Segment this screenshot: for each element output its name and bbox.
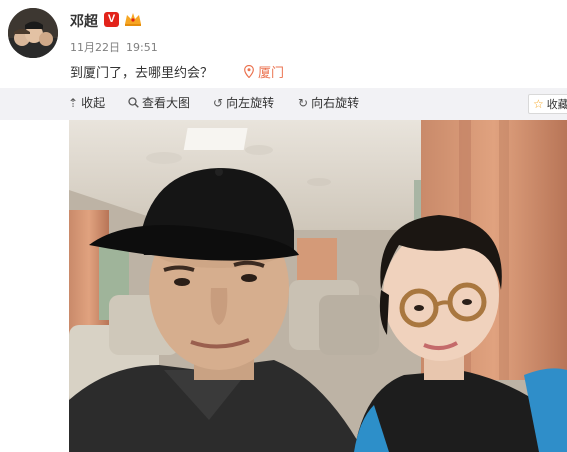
favorite-label: 收藏: [546, 98, 567, 111]
avatar[interactable]: [8, 8, 58, 58]
rotate-left-label: 向左旋转: [226, 96, 275, 110]
rotate-right-button[interactable]: ↻ 向右旋转: [298, 94, 359, 111]
rotate-right-icon: ↻: [298, 95, 309, 110]
favorite-button[interactable]: ☆ 收藏: [528, 94, 567, 114]
rotate-left-icon: ↺: [213, 95, 224, 110]
selfie-image: [69, 120, 567, 452]
collapse-icon: ⇡: [68, 95, 79, 110]
crown-icon: [125, 13, 141, 26]
rotate-right-label: 向右旋转: [311, 96, 360, 110]
post-meta: 11月22日 19:51: [70, 39, 164, 55]
post-photo[interactable]: [69, 120, 567, 452]
view-large-label: 查看大图: [142, 96, 191, 110]
location-label: 厦门: [258, 66, 285, 81]
verified-badge-icon: V: [104, 12, 119, 27]
star-icon: ☆: [533, 97, 544, 111]
magnifier-icon: [128, 97, 139, 108]
user-avatar-image: [8, 8, 58, 58]
collapse-button[interactable]: ⇡ 收起: [68, 94, 105, 111]
user-name[interactable]: 邓超: [70, 11, 98, 31]
post-time: 19:51: [126, 41, 158, 54]
location-pin-icon: [244, 65, 254, 78]
post-date[interactable]: 11月22日: [70, 41, 120, 54]
location-link[interactable]: 厦门: [244, 62, 284, 81]
view-large-button[interactable]: 查看大图: [128, 94, 190, 111]
post-text: 到厦门了，去哪里约会？: [70, 66, 214, 81]
collapse-label: 收起: [81, 96, 106, 110]
image-toolbar: ⇡ 收起 查看大图 ↺ 向左旋转 ↻ 向右旋转 ☆ 收藏: [0, 88, 567, 120]
rotate-left-button[interactable]: ↺ 向左旋转: [213, 94, 274, 111]
